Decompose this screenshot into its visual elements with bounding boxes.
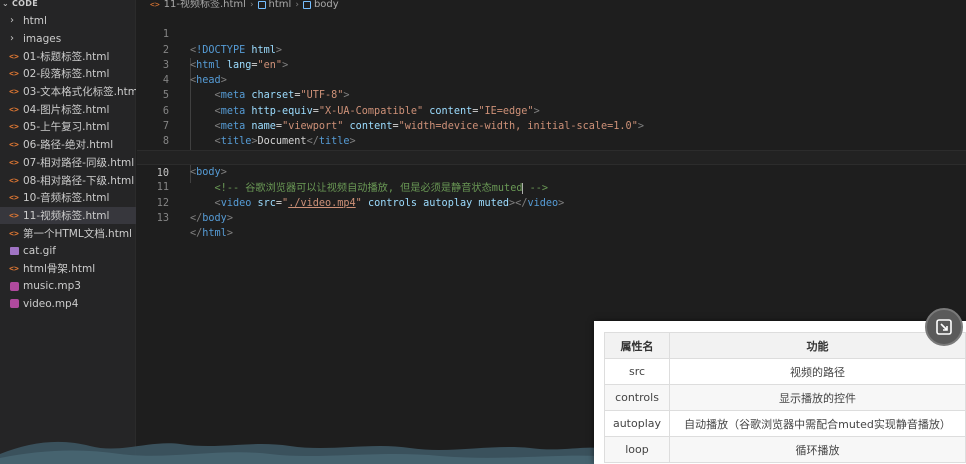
tree-file[interactable]: <> 04-图片标签.html xyxy=(0,100,136,118)
code-line[interactable]: 6 <meta name="viewport" content="width=d… xyxy=(137,89,966,132)
workspace-title: CODE xyxy=(12,0,38,8)
code-line[interactable]: 9 <body> xyxy=(137,134,966,178)
code-line[interactable]: 2 <html lang="en"> xyxy=(137,27,966,71)
explorer-header[interactable]: ⌄ CODE xyxy=(0,0,135,10)
chevron-right-icon: › xyxy=(249,0,254,10)
code-line[interactable]: 4 <meta charset="UTF-8"> xyxy=(137,58,966,101)
table-cell: 显示播放的控件 xyxy=(669,384,966,411)
table-row: loop 循环播放 xyxy=(604,436,966,463)
tree-file[interactable]: <> 06-路径-绝对.html xyxy=(0,136,136,154)
code-line[interactable]: 7 <title>Document</title> xyxy=(137,104,966,147)
expand-button[interactable] xyxy=(925,308,963,346)
tree-folder-html[interactable]: › html xyxy=(0,12,136,30)
tree-file[interactable]: <> 02-段落标签.html xyxy=(0,65,136,83)
html-file-icon: <> xyxy=(9,122,19,132)
html-file-icon: <> xyxy=(9,140,19,150)
table-cell: 视频的路径 xyxy=(669,358,966,385)
tree-file[interactable]: <> 08-相对路径-下级.html xyxy=(0,171,136,189)
table-header: 属性名 xyxy=(604,332,670,359)
table-cell: 循环播放 xyxy=(669,436,966,463)
chevron-right-icon: › xyxy=(295,0,299,10)
line-number: 13 xyxy=(156,212,169,224)
html-file-icon: <> xyxy=(9,51,19,61)
html-file-icon: <> xyxy=(9,210,19,220)
chevron-down-icon: ⌄ xyxy=(2,0,10,8)
table-row: controls 显示播放的控件 xyxy=(604,384,966,411)
reference-panel: 属性名 功能 src 视频的路径 controls 显示播放的控件 autopl… xyxy=(594,321,966,464)
tree-folder-images[interactable]: › images xyxy=(0,30,136,48)
element-icon xyxy=(302,1,311,9)
table-cell: autoplay xyxy=(604,410,670,437)
tree-file[interactable]: video.mp4 xyxy=(0,295,136,313)
tree-file[interactable]: <> 第一个HTML文档.html xyxy=(0,224,136,242)
tree-file[interactable]: <> 01-标题标签.html xyxy=(0,47,136,65)
code-line[interactable]: 8 </head> xyxy=(137,119,966,162)
explorer-sidebar: ⌄ CODE › html › images <> 01-标题标签.html <… xyxy=(0,0,136,464)
code-line[interactable]: 1 <!DOCTYPE html> xyxy=(137,12,966,55)
tree-file-selected[interactable]: <> 11-视频标签.html xyxy=(0,206,136,225)
tree-file[interactable]: <> html骨架.html xyxy=(0,260,136,278)
chevron-right-icon: › xyxy=(10,15,14,27)
table-cell: src xyxy=(604,358,670,385)
media-file-icon xyxy=(8,298,20,310)
breadcrumb-body[interactable]: body xyxy=(314,0,339,10)
code-line[interactable]: 11 <video src="./video.mp4" controls aut… xyxy=(137,165,966,208)
html-file-icon: <> xyxy=(9,263,19,273)
attribute-table: 属性名 功能 src 视频的路径 controls 显示播放的控件 autopl… xyxy=(604,332,966,463)
code-line[interactable]: 3 <head> xyxy=(137,43,966,86)
file-tree: › html › images <> 01-标题标签.html <> 02-段落… xyxy=(0,12,136,313)
tree-file[interactable]: cat.gif xyxy=(0,242,136,260)
breadcrumb-file[interactable]: 11-视频标签.html xyxy=(164,0,246,10)
code-line[interactable]: 12 </body> xyxy=(137,180,966,224)
html-file-icon: <> xyxy=(9,104,19,114)
table-row: autoplay 自动播放（谷歌浏览器中需配合muted实现静音播放） xyxy=(604,410,966,437)
media-file-icon xyxy=(8,280,20,292)
table-header-row: 属性名 功能 xyxy=(604,332,966,359)
table-cell: 自动播放（谷歌浏览器中需配合muted实现静音播放） xyxy=(669,410,966,437)
code-line[interactable]: 13 </html> xyxy=(137,196,966,239)
tree-file[interactable]: <> 03-文本格式化标签.html xyxy=(0,83,136,101)
code-line[interactable]: 5 <meta http-equiv="X-UA-Compatible" con… xyxy=(137,73,966,116)
html-file-icon: <> xyxy=(9,175,19,185)
expand-icon xyxy=(936,319,952,335)
tree-file[interactable]: <> 10-音频标签.html xyxy=(0,189,136,207)
chevron-right-icon: › xyxy=(10,33,14,45)
html-file-icon: <> xyxy=(9,228,19,238)
tree-file[interactable]: <> 05-上午复习.html xyxy=(0,118,136,136)
image-file-icon xyxy=(8,245,20,257)
html-file-icon: <> xyxy=(150,0,160,9)
table-header: 功能 xyxy=(669,332,966,359)
html-file-icon: <> xyxy=(9,193,19,203)
breadcrumb: <> 11-视频标签.html › html › body xyxy=(150,0,339,10)
element-icon xyxy=(257,1,266,9)
tree-file[interactable]: music.mp3 xyxy=(0,277,136,295)
table-row: src 视频的路径 xyxy=(604,358,966,385)
table-cell: controls xyxy=(604,384,670,411)
html-file-icon: <> xyxy=(9,87,19,97)
table-cell: loop xyxy=(604,436,670,463)
html-file-icon: <> xyxy=(9,157,19,167)
code-line-current[interactable]: 10 <!-- 谷歌浏览器可以让视频自动播放, 但是必须是静音状态muted -… xyxy=(137,149,966,194)
breadcrumb-html[interactable]: html xyxy=(269,0,292,10)
tree-file[interactable]: <> 07-相对路径-同级.html xyxy=(0,154,136,172)
html-file-icon: <> xyxy=(9,69,19,79)
